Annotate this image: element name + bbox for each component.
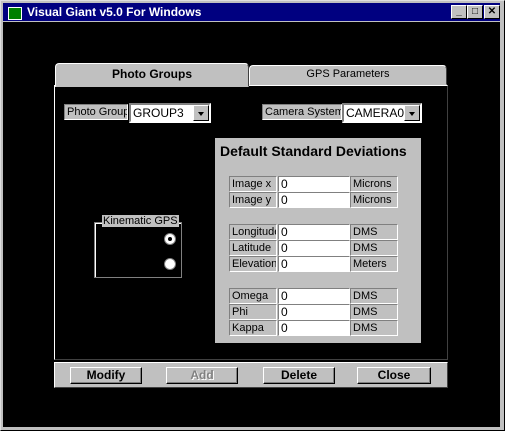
camera-system-label: Camera System — [262, 104, 342, 120]
tab-gps-parameters[interactable]: GPS Parameters — [249, 65, 447, 85]
chevron-down-icon[interactable] — [404, 105, 420, 121]
elevation-input[interactable]: 0 — [278, 256, 350, 272]
elevation-unit: Meters — [350, 256, 398, 272]
close-button[interactable]: Close — [357, 367, 431, 384]
longitude-unit: DMS — [350, 224, 398, 240]
photo-group-label: Photo Group — [64, 104, 128, 120]
longitude-input[interactable]: 0 — [278, 224, 350, 240]
chevron-down-icon[interactable] — [193, 105, 209, 121]
image-y-input[interactable]: 0 — [278, 192, 350, 208]
std-dev-title: Default Standard Deviations — [220, 143, 407, 159]
kappa-input[interactable]: 0 — [278, 320, 350, 336]
modify-button[interactable]: Modify — [70, 367, 142, 384]
camera-system-value: CAMERA02 — [346, 106, 411, 120]
latitude-input[interactable]: 0 — [278, 240, 350, 256]
kappa-unit: DMS — [350, 320, 398, 336]
camera-system-select[interactable]: CAMERA02 — [342, 103, 422, 123]
omega-unit: DMS — [350, 288, 398, 304]
latitude-label: Latitude — [229, 240, 277, 256]
title-bar[interactable]: Visual Giant v5.0 For Windows _ □ ✕ — [3, 3, 500, 21]
maximize-button[interactable]: □ — [467, 5, 483, 19]
phi-label: Phi — [229, 304, 277, 320]
kappa-label: Kappa — [229, 320, 277, 336]
add-button[interactable]: Add — [166, 367, 238, 384]
kinematic-yes-radio[interactable] — [164, 233, 176, 245]
omega-label: Omega — [229, 288, 277, 304]
delete-button[interactable]: Delete — [263, 367, 335, 384]
image-x-label: Image x — [229, 176, 277, 192]
close-window-button[interactable]: ✕ — [484, 5, 500, 19]
image-y-unit: Microns — [350, 192, 398, 208]
kinematic-gps-legend: Kinematic GPS — [102, 215, 179, 227]
elevation-label: Elevation — [229, 256, 277, 272]
longitude-label: Longitude — [229, 224, 277, 240]
phi-unit: DMS — [350, 304, 398, 320]
window-title: Visual Giant v5.0 For Windows — [27, 5, 202, 19]
image-x-input[interactable]: 0 — [278, 176, 350, 192]
photo-group-select[interactable]: GROUP3 — [129, 103, 211, 123]
photo-group-value: GROUP3 — [133, 106, 184, 120]
tab-photo-groups[interactable]: Photo Groups — [55, 63, 249, 87]
omega-input[interactable]: 0 — [278, 288, 350, 304]
kinematic-no-label: No — [105, 257, 121, 271]
latitude-unit: DMS — [350, 240, 398, 256]
phi-input[interactable]: 0 — [278, 304, 350, 320]
image-x-unit: Microns — [350, 176, 398, 192]
kinematic-no-radio[interactable] — [164, 258, 176, 270]
image-y-label: Image y — [229, 192, 277, 208]
kinematic-yes-label: Yes — [103, 232, 123, 246]
app-icon[interactable] — [8, 7, 22, 20]
minimize-button[interactable]: _ — [451, 5, 467, 19]
